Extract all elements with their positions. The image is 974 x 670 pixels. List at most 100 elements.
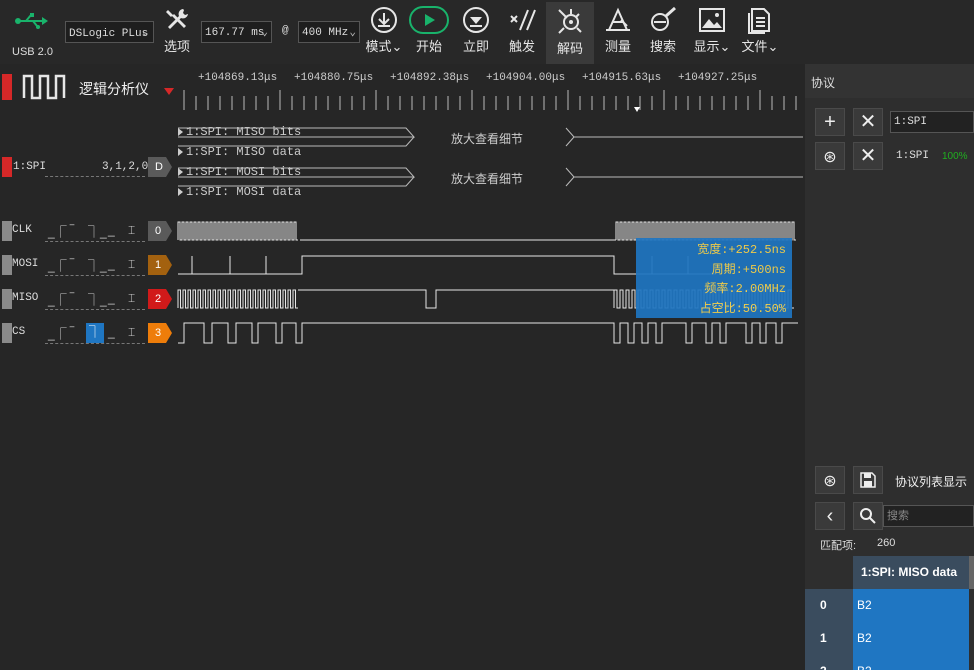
channel-index: 2 <box>155 293 162 305</box>
search-button[interactable]: 搜索 <box>643 6 683 62</box>
row-value-cell: B2 <box>853 589 969 622</box>
low-level-icon[interactable]: _ <box>108 257 115 271</box>
high-level-icon[interactable]: ‾ <box>70 291 74 305</box>
falling-edge-icon[interactable]: ⏋_ <box>88 223 107 240</box>
falling-edge-icon[interactable]: ⏋ <box>86 323 104 343</box>
options-button[interactable]: 选项 <box>160 6 194 62</box>
duration-select[interactable]: 167.77 ms ⌄ <box>201 21 272 43</box>
chevron-down-icon: ⌄ <box>719 39 731 54</box>
rising-edge-icon[interactable]: _⎾ <box>48 325 67 342</box>
start-button[interactable]: 开始 <box>408 6 450 62</box>
signal-row-mosi[interactable]: MOSI _⎾ ‾ ⏋_ _ ⌶ 1 <box>0 255 176 276</box>
rising-edge-icon[interactable]: _⎾ <box>48 223 67 240</box>
download-icon <box>371 7 397 33</box>
any-edge-icon[interactable]: ⌶ <box>128 291 135 306</box>
duty-cycle: 占空比:50.50% <box>699 302 786 316</box>
falling-edge-icon[interactable]: ⏋_ <box>88 291 107 308</box>
zoom-hint: 放大查看细节 <box>451 172 524 186</box>
low-level-icon[interactable]: _ <box>108 223 115 237</box>
protocol-panel-title: 协议 <box>811 76 836 90</box>
waveform-logo-icon <box>22 72 70 105</box>
decoder-divider <box>45 176 145 177</box>
row-index: 1 <box>820 631 827 645</box>
mode-button[interactable]: 模式⌄ <box>364 6 404 62</box>
decoder-entry-name: 1:SPI <box>896 150 930 162</box>
high-level-icon[interactable]: ‾ <box>70 325 74 339</box>
instant-button[interactable]: 立即 <box>456 6 496 62</box>
decoder-badge[interactable]: D <box>148 157 172 177</box>
samplerate-select[interactable]: 400 MHz ⌄ <box>298 21 360 43</box>
add-decoder-button[interactable]: + <box>815 108 845 136</box>
falling-edge-icon[interactable]: ⏋_ <box>88 257 107 274</box>
trigger-button[interactable]: 触发 <box>502 6 542 62</box>
options-label: 选项 <box>163 39 190 54</box>
signal-row-miso[interactable]: MISO _⎾ ‾ ⏋_ _ ⌶ 2 <box>0 289 176 310</box>
pulse-width: 宽度:+252.5ns <box>697 243 786 257</box>
signal-name: MOSI <box>12 258 39 270</box>
measure-button[interactable]: 测量 <box>598 6 638 62</box>
high-level-icon[interactable]: ‾ <box>70 223 74 237</box>
channel-badge[interactable]: 0 <box>148 221 172 241</box>
search-label: 搜索 <box>649 39 676 54</box>
decoder-params: 3,1,2,0 <box>102 161 149 173</box>
any-edge-icon[interactable]: ⌶ <box>128 257 135 272</box>
channel-badge[interactable]: 3 <box>148 323 172 343</box>
high-level-icon[interactable]: ‾ <box>70 257 74 271</box>
low-level-icon[interactable]: _ <box>108 291 115 305</box>
steering-wheel-icon: ⊛ <box>823 473 837 490</box>
decode-icon <box>558 9 582 34</box>
protocol-table: 1:SPI: MISO data 0 B2 1 B2 2 B2 <box>805 556 974 670</box>
table-header-label: 1:SPI: MISO data <box>861 565 958 579</box>
back-button[interactable]: ‹ <box>815 502 845 530</box>
rising-edge-icon[interactable]: _⎾ <box>48 257 67 274</box>
usb-label: USB 2.0 <box>12 46 53 58</box>
row-value-cell: B2 <box>853 655 969 670</box>
protocol-select[interactable]: 1:SPI <box>890 111 974 133</box>
search-list-button[interactable] <box>853 502 883 530</box>
signal-name: CLK <box>12 224 32 236</box>
signal-row-clk[interactable]: CLK _⎾ ‾ ⏋_ _ ⌶ 0 <box>0 221 176 242</box>
remove-all-decoders-button[interactable]: ✕ <box>853 108 883 136</box>
chevron-down-icon: ⌄ <box>349 27 356 39</box>
device-select[interactable]: DSLogic PLus ⌄ <box>65 21 154 43</box>
table-row[interactable]: 2 B2 <box>805 655 974 670</box>
signal-color <box>2 289 12 309</box>
waveform-path <box>177 221 298 241</box>
row-index: 2 <box>820 664 827 670</box>
channel-badge[interactable]: 2 <box>148 289 172 309</box>
decode-label: 解码 <box>556 41 583 56</box>
table-header[interactable]: 1:SPI: MISO data <box>853 556 969 589</box>
signal-row-cs[interactable]: CS _⎾ ‾ ⏋ _ ⌶ 3 <box>0 323 176 344</box>
decode-button[interactable]: 解码 <box>546 2 594 64</box>
instant-label: 立即 <box>462 39 489 54</box>
channel-index: 1 <box>155 259 162 271</box>
scrollbar[interactable] <box>969 556 974 589</box>
low-level-icon[interactable]: _ <box>108 325 115 339</box>
any-edge-icon[interactable]: ⌶ <box>128 223 135 238</box>
table-row[interactable]: 1 B2 <box>805 622 974 655</box>
ruler-tick-label: +104892.38μs <box>390 72 470 84</box>
file-label: 文件 <box>741 39 768 54</box>
remove-decoder-button[interactable]: ✕ <box>853 142 883 170</box>
channel-badge[interactable]: 1 <box>148 255 172 275</box>
ruler-tick-label: +104880.75μs <box>294 72 374 84</box>
measurement-tooltip: 宽度:+252.5ns 周期:+500ns 频率:2.00MHz 占空比:50.… <box>636 238 792 318</box>
row-index-cell: 2 <box>805 655 853 670</box>
save-list-button[interactable] <box>853 466 883 494</box>
single-capture-icon <box>463 7 489 33</box>
rising-edge-icon[interactable]: _⎾ <box>48 291 67 308</box>
magnifier-icon <box>651 6 676 31</box>
cs-waveform <box>178 322 798 344</box>
decoder-settings-button[interactable]: ⊛ <box>815 142 845 170</box>
protocol-list-title: 协议列表显示 <box>895 475 968 489</box>
list-settings-button[interactable]: ⊛ <box>815 466 845 494</box>
table-row[interactable]: 0 B2 <box>805 589 974 622</box>
file-button[interactable]: 文件⌄ <box>738 6 782 62</box>
list-search-input[interactable]: 搜索 <box>883 505 974 527</box>
decoder-name[interactable]: 1:SPI <box>13 161 46 173</box>
waveform-path <box>178 322 798 344</box>
pulse-period: 周期:+500ns <box>711 263 786 277</box>
display-button[interactable]: 显示⌄ <box>690 6 734 62</box>
at-symbol: @ <box>282 25 289 37</box>
any-edge-icon[interactable]: ⌶ <box>128 325 135 340</box>
